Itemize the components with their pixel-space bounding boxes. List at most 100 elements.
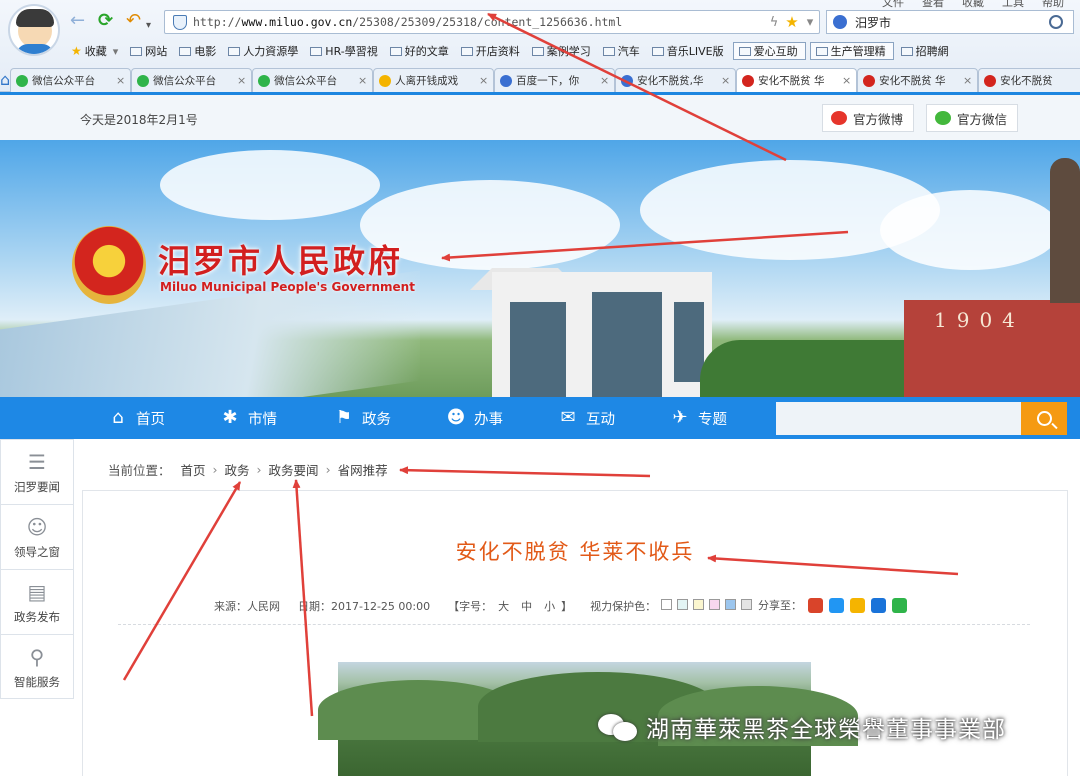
bookmark-item[interactable]: 人力資源學 — [223, 42, 305, 60]
star-icon[interactable]: ★ — [783, 13, 801, 31]
color-swatch[interactable] — [741, 599, 753, 610]
bookmark-item[interactable]: 好的文章 — [385, 42, 456, 60]
tab-label: 人离开钱成戏 — [395, 75, 459, 87]
browser-tab[interactable]: 微信公众平台 × — [10, 68, 132, 92]
font-size-medium[interactable]: 中 — [521, 598, 532, 614]
monument-year: 1904 — [934, 308, 1025, 332]
color-swatch[interactable] — [661, 599, 673, 610]
close-icon[interactable]: × — [842, 74, 851, 87]
breadcrumb-news[interactable]: 政务要闻 — [269, 460, 319, 479]
browser-chrome: 文件 查看 收藏 工具 帮助 ← ⟳ ↶ ▾ http://www.miluo.… — [0, 0, 1080, 92]
browser-tab[interactable]: 人离开钱成戏 × — [373, 68, 495, 92]
share-bar: 分享至： — [758, 597, 907, 613]
browser-tab[interactable]: 安化不脱贫× — [978, 68, 1080, 92]
color-swatch[interactable] — [725, 599, 737, 610]
search-icon[interactable] — [1049, 15, 1063, 29]
browser-search[interactable]: 汨罗市 — [826, 10, 1074, 34]
font-size-large[interactable]: 大 — [498, 598, 509, 614]
bookmark-item[interactable]: 网站 — [125, 42, 174, 60]
color-swatch[interactable] — [693, 599, 705, 610]
nav-topics[interactable]: ✈ 专题 — [670, 397, 727, 439]
menu-file[interactable]: 文件 — [882, 0, 904, 10]
bookmark-item[interactable]: 生产管理精 — [809, 42, 894, 60]
color-swatch[interactable] — [677, 599, 689, 610]
share-icon[interactable] — [892, 597, 907, 613]
site-title[interactable]: 汨罗市人民政府 — [158, 236, 403, 282]
bookmark-item[interactable]: 爱心互助 — [732, 42, 806, 60]
font-size-small[interactable]: 小 — [544, 598, 555, 614]
nav-label: 互动 — [586, 411, 615, 428]
undo-icon[interactable]: ↶ — [126, 12, 141, 30]
browser-tab[interactable]: 百度一下，你 × — [494, 68, 616, 92]
sidebar-item-label: 政务发布 — [14, 609, 60, 624]
bookmark-item[interactable]: 招聘網 — [896, 42, 956, 60]
lightning-icon[interactable]: ϟ — [765, 15, 783, 30]
sidebar-item-label: 领导之窗 — [14, 544, 60, 559]
nav-affairs[interactable]: ⚑ 政务 — [334, 397, 391, 439]
favicon-icon — [258, 74, 271, 87]
share-icon[interactable] — [808, 597, 823, 613]
browser-tab[interactable]: 微信公众平台 × — [252, 68, 374, 92]
browser-tab[interactable]: 安化不脱贫 华 × — [736, 68, 858, 92]
close-icon[interactable]: × — [116, 74, 125, 87]
browser-tab[interactable]: 微信公众平台 × — [131, 68, 253, 92]
bookmark-item[interactable]: 开店资料 — [456, 42, 527, 60]
bookmark-item[interactable]: 音乐LIVE版 — [647, 42, 731, 60]
wechat-button[interactable]: 官方微信 — [926, 104, 1019, 132]
breadcrumb-affairs[interactable]: 政务 — [225, 460, 250, 479]
color-swatch[interactable] — [709, 599, 721, 610]
menu-view[interactable]: 查看 — [922, 0, 944, 10]
address-bar[interactable]: http://www.miluo.gov.cn/25308/25309/2531… — [164, 10, 820, 34]
close-icon[interactable]: × — [358, 74, 367, 87]
bookmark-label: HR-學習視 — [325, 45, 378, 58]
folder-icon — [815, 46, 828, 56]
nav-home[interactable]: ⌂ 首页 — [108, 397, 165, 439]
breadcrumb-home[interactable]: 首页 — [181, 460, 206, 479]
url-text[interactable]: http://www.miluo.gov.cn/25308/25309/2531… — [193, 15, 765, 29]
refresh-icon[interactable]: ⟳ — [98, 12, 113, 30]
close-icon[interactable]: × — [237, 74, 246, 87]
favicon-icon — [742, 74, 755, 87]
dropdown-icon[interactable]: ▾ — [801, 15, 819, 30]
close-icon[interactable]: × — [963, 74, 972, 87]
site-search-button[interactable] — [1021, 402, 1067, 435]
avatar-hair — [16, 9, 54, 27]
close-icon[interactable]: × — [600, 74, 609, 87]
weibo-button[interactable]: 官方微博 — [822, 104, 915, 132]
bookmark-favorites[interactable]: ★ 收藏 ▾ — [66, 42, 125, 60]
share-icon[interactable] — [850, 597, 865, 613]
browser-tab[interactable]: 安化不脱贫,华 × — [615, 68, 737, 92]
back-arrow-icon[interactable]: ← — [70, 12, 85, 30]
sidebar-item-smart[interactable]: ⚲ 智能服务 — [1, 635, 73, 700]
nav-interaction[interactable]: ✉ 互动 — [558, 397, 615, 439]
user-avatar[interactable] — [8, 4, 60, 56]
home-icon[interactable]: ⌂ — [0, 66, 10, 92]
share-icon[interactable] — [871, 597, 886, 613]
sidebar-item-leaders[interactable]: ☺ 领导之窗 — [1, 505, 73, 570]
menu-favorites[interactable]: 收藏 — [962, 0, 984, 10]
breadcrumb-recommend[interactable]: 省网推荐 — [338, 460, 388, 479]
browser-search-value[interactable]: 汨罗市 — [855, 14, 1049, 31]
menu-help[interactable]: 帮助 — [1042, 0, 1064, 10]
close-icon[interactable]: × — [479, 74, 488, 87]
bookmark-label: 生产管理精 — [830, 45, 886, 58]
watermark-text: 湖南華萊黑茶全球榮譽董事事業部 — [646, 717, 1006, 743]
share-icon[interactable] — [829, 597, 844, 613]
browser-tab[interactable]: 安化不脱贫 华 × — [857, 68, 979, 92]
site-search-input[interactable] — [776, 402, 1022, 435]
nav-city[interactable]: ✱ 市情 — [220, 397, 277, 439]
nav-services[interactable]: ☻ 办事 — [446, 397, 503, 439]
bookmark-item[interactable]: HR-學習視 — [305, 42, 384, 60]
sidebar-item-news[interactable]: ☰ 汨罗要闻 — [1, 440, 73, 505]
close-icon[interactable]: × — [721, 74, 730, 87]
sidebar-item-release[interactable]: ▤ 政务发布 — [1, 570, 73, 635]
magnifier-icon: ⚲ — [29, 645, 45, 669]
menu-tools[interactable]: 工具 — [1002, 0, 1024, 10]
url-host: www.miluo.gov.cn — [241, 15, 353, 29]
bookmark-item[interactable]: 电影 — [174, 42, 223, 60]
bookmark-label: 开店资料 — [475, 45, 520, 58]
bookmark-item[interactable]: 汽车 — [598, 42, 647, 60]
screenshot-root: 文件 查看 收藏 工具 帮助 ← ⟳ ↶ ▾ http://www.miluo.… — [0, 0, 1080, 776]
chevron-down-icon[interactable]: ▾ — [146, 17, 151, 35]
bookmark-item[interactable]: 案例学习 — [527, 42, 598, 60]
